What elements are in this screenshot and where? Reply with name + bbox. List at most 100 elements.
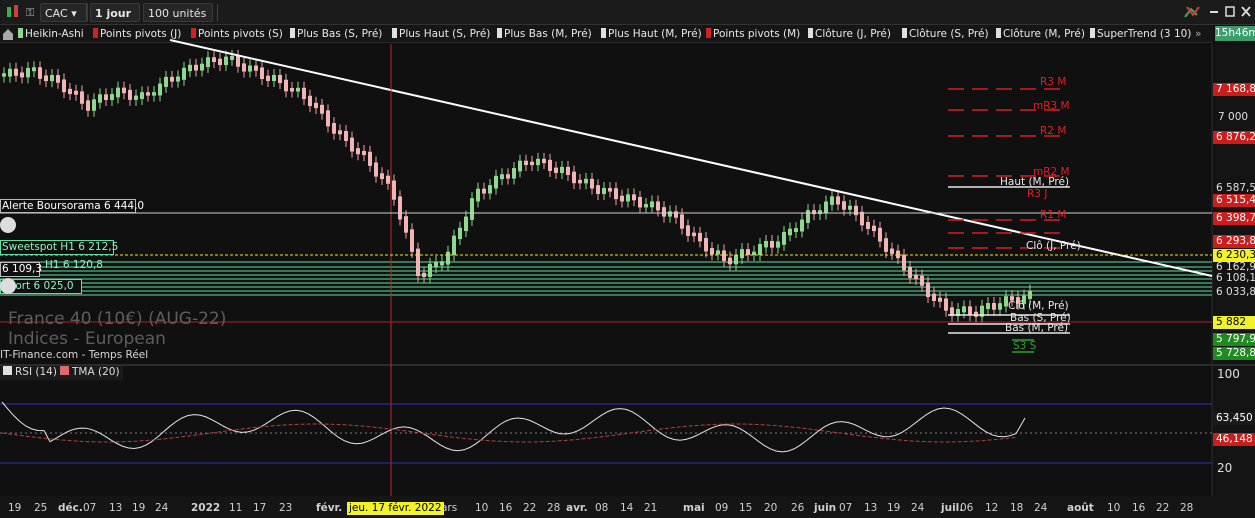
- candle[interactable]: [710, 248, 714, 255]
- candle[interactable]: [218, 58, 222, 66]
- candle[interactable]: [398, 196, 402, 220]
- candle[interactable]: [134, 95, 138, 100]
- candle[interactable]: [152, 92, 156, 96]
- candle[interactable]: [914, 274, 918, 280]
- candle[interactable]: [812, 210, 816, 215]
- candle[interactable]: [818, 210, 822, 215]
- candle[interactable]: [110, 94, 114, 100]
- candle[interactable]: [722, 250, 726, 261]
- candle[interactable]: [176, 76, 180, 82]
- candle[interactable]: [626, 194, 630, 202]
- candle[interactable]: [236, 55, 240, 67]
- candle[interactable]: [644, 204, 648, 208]
- candle[interactable]: [254, 65, 258, 71]
- candle[interactable]: [860, 211, 864, 226]
- candle[interactable]: [362, 150, 366, 156]
- candle[interactable]: [32, 67, 36, 72]
- candle[interactable]: [272, 74, 276, 82]
- candle[interactable]: [86, 100, 90, 111]
- candle[interactable]: [530, 161, 534, 166]
- candle[interactable]: [230, 55, 234, 60]
- candle[interactable]: [734, 254, 738, 265]
- candle[interactable]: [506, 174, 510, 179]
- candle[interactable]: [188, 64, 192, 72]
- candle[interactable]: [320, 104, 324, 114]
- candle[interactable]: [518, 160, 522, 172]
- candle[interactable]: [698, 232, 702, 242]
- alert-label[interactable]: 6 109,3: [0, 262, 42, 277]
- candle[interactable]: [788, 228, 792, 236]
- candle[interactable]: [482, 188, 486, 194]
- candle[interactable]: [56, 75, 60, 83]
- candle[interactable]: [884, 238, 888, 252]
- candle[interactable]: [140, 92, 144, 99]
- candle[interactable]: [8, 68, 12, 77]
- candle[interactable]: [302, 87, 306, 100]
- candle[interactable]: [824, 201, 828, 214]
- candle[interactable]: [314, 102, 318, 109]
- candle[interactable]: [692, 232, 696, 237]
- candle[interactable]: [278, 74, 282, 84]
- candle[interactable]: [308, 95, 312, 107]
- candle[interactable]: [380, 173, 384, 180]
- candle[interactable]: [782, 231, 786, 245]
- alert-label[interactable]: Alerte Boursorama 6 444,0: [0, 199, 144, 213]
- candle[interactable]: [206, 57, 210, 68]
- candle[interactable]: [674, 211, 678, 218]
- candle[interactable]: [488, 185, 492, 194]
- candle[interactable]: [620, 195, 624, 202]
- candle[interactable]: [542, 158, 546, 164]
- candle[interactable]: [50, 75, 54, 82]
- candle[interactable]: [596, 185, 600, 195]
- candle[interactable]: [428, 263, 432, 278]
- candle[interactable]: [536, 158, 540, 166]
- tma-indicator-item[interactable]: TMA (20): [57, 366, 123, 380]
- candle[interactable]: [404, 216, 408, 233]
- candle[interactable]: [158, 83, 162, 96]
- candle[interactable]: [962, 306, 966, 313]
- candle[interactable]: [584, 178, 588, 184]
- candle[interactable]: [248, 65, 252, 72]
- candle[interactable]: [260, 67, 264, 80]
- candle[interactable]: [266, 75, 270, 82]
- candle[interactable]: [350, 137, 354, 152]
- candle[interactable]: [26, 67, 30, 78]
- candle[interactable]: [296, 87, 300, 92]
- candle[interactable]: [356, 148, 360, 155]
- candle[interactable]: [920, 275, 924, 286]
- candle[interactable]: [242, 63, 246, 72]
- candle[interactable]: [194, 64, 198, 71]
- candle[interactable]: [800, 219, 804, 232]
- candle[interactable]: [566, 166, 570, 175]
- candle[interactable]: [98, 94, 102, 103]
- candle[interactable]: [446, 251, 450, 265]
- alert-label[interactable]: H1 6 120,8: [45, 259, 105, 271]
- candle[interactable]: [440, 261, 444, 266]
- candle[interactable]: [416, 248, 420, 277]
- candle[interactable]: [740, 249, 744, 259]
- candle[interactable]: [338, 130, 342, 135]
- candle[interactable]: [500, 174, 504, 180]
- candle[interactable]: [422, 272, 426, 278]
- candle[interactable]: [200, 63, 204, 71]
- candle[interactable]: [368, 151, 372, 166]
- candle[interactable]: [146, 92, 150, 96]
- alert-bell-icon[interactable]: [0, 217, 16, 233]
- candle[interactable]: [212, 57, 216, 63]
- candle[interactable]: [998, 303, 1002, 310]
- candle[interactable]: [896, 250, 900, 259]
- candle[interactable]: [830, 196, 834, 205]
- candle[interactable]: [902, 254, 906, 271]
- candle[interactable]: [848, 205, 852, 210]
- candle[interactable]: [668, 211, 672, 217]
- candle[interactable]: [650, 201, 654, 208]
- candle[interactable]: [932, 293, 936, 302]
- candle[interactable]: [728, 257, 732, 265]
- candle[interactable]: [638, 196, 642, 208]
- candle[interactable]: [878, 227, 882, 242]
- rsi-indicator-item[interactable]: RSI (14): [0, 366, 60, 380]
- candle[interactable]: [836, 196, 840, 205]
- candle[interactable]: [764, 241, 768, 248]
- candle[interactable]: [590, 178, 594, 189]
- candle[interactable]: [758, 244, 762, 255]
